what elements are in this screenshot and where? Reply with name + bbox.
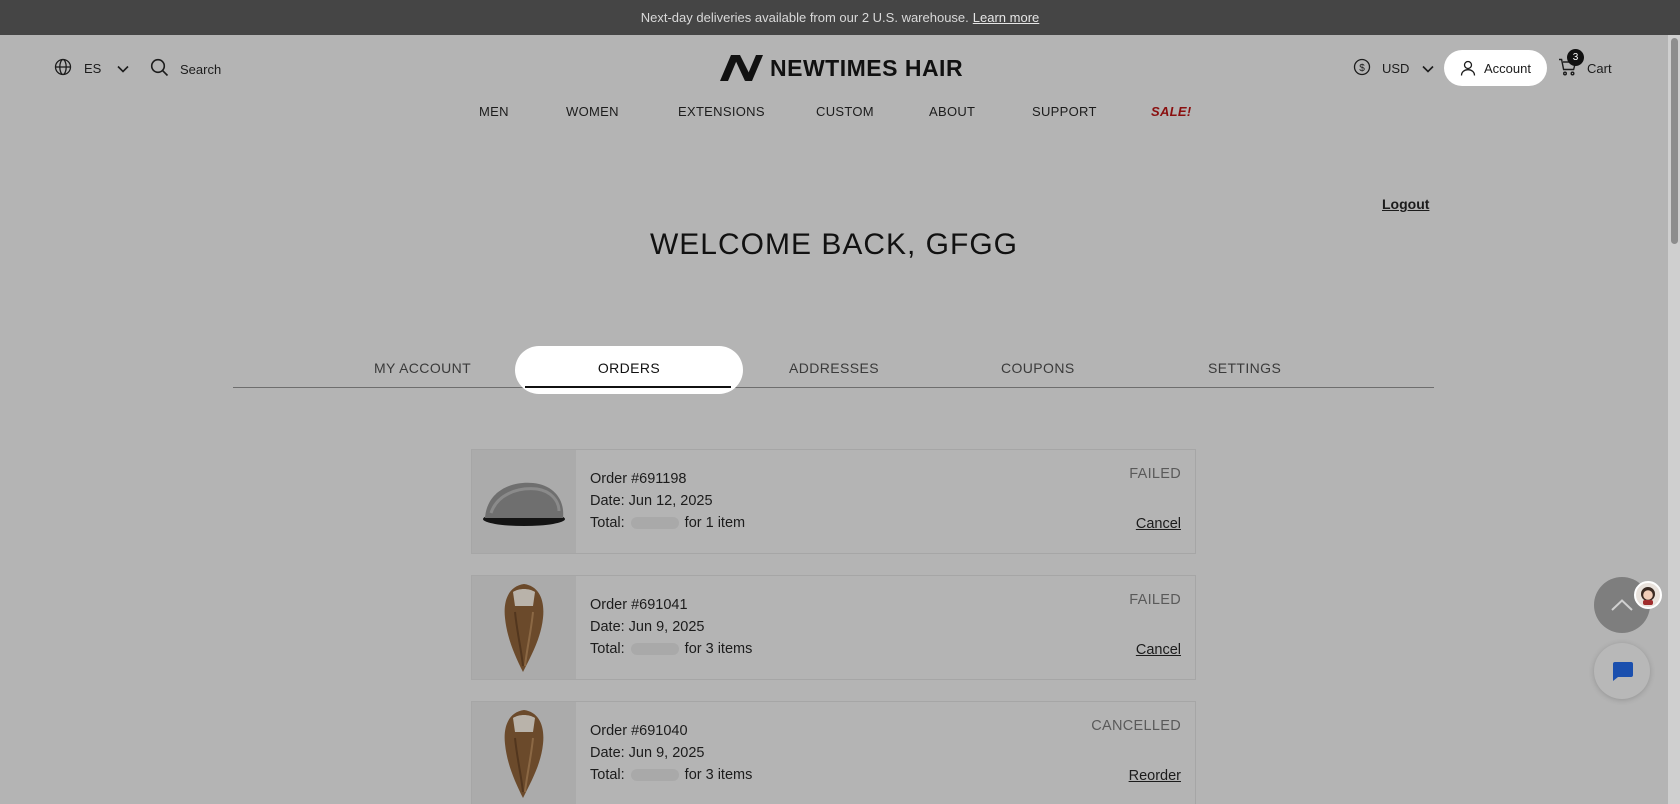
tab-my-account[interactable]: MY ACCOUNT	[374, 360, 471, 376]
order-item-count: for 3 items	[684, 641, 753, 657]
nav-support[interactable]: SUPPORT	[1032, 104, 1097, 119]
nav-sale[interactable]: SALE!	[1151, 104, 1192, 119]
order-item-count: for 3 items	[684, 767, 753, 783]
redacted-amount	[630, 769, 679, 782]
tab-settings[interactable]: SETTINGS	[1208, 360, 1281, 376]
order-status: FAILED	[1129, 466, 1181, 482]
welcome-heading: WELCOME BACK, GFGG	[649, 228, 1019, 261]
order-date: Date: Jun 9, 2025	[590, 745, 705, 761]
chevron-down-icon	[1422, 61, 1435, 76]
dollar-icon: $	[1353, 58, 1371, 79]
order-cancel-link[interactable]: Cancel	[1136, 516, 1181, 532]
chevron-down-icon	[117, 61, 129, 76]
cart-label: Cart	[1587, 61, 1612, 76]
order-card: Order #691041 Date: Jun 9, 2025 Total: fo…	[471, 575, 1196, 680]
order-total: Total: for 1 item	[590, 515, 745, 531]
announcement-bar: Next-day deliveries available from our 2…	[0, 0, 1680, 35]
chat-bubble-icon	[1613, 662, 1633, 681]
order-status: FAILED	[1129, 592, 1181, 608]
nav-extensions[interactable]: EXTENSIONS	[678, 104, 765, 119]
order-number: Order #691041	[590, 597, 688, 613]
order-number: Order #691198	[590, 471, 687, 487]
brand-logo[interactable]: NEWTIMES HAIR	[718, 52, 963, 84]
order-thumbnail[interactable]	[472, 702, 576, 804]
redacted-amount	[630, 517, 679, 530]
scrollbar-thumb[interactable]	[1671, 38, 1678, 244]
order-total-label: Total:	[590, 767, 625, 783]
language-code: ES	[84, 61, 102, 76]
nav-custom[interactable]: CUSTOM	[816, 104, 874, 119]
hair-topper-icon	[504, 709, 544, 798]
chat-button[interactable]	[1594, 643, 1650, 699]
order-date: Date: Jun 12, 2025	[590, 493, 713, 509]
search-icon	[150, 58, 169, 80]
hair-system-icon	[483, 482, 565, 526]
cart-button[interactable]: Cart	[1558, 58, 1612, 79]
order-total: Total: for 3 items	[590, 767, 752, 783]
redacted-amount	[630, 643, 679, 656]
currency-code: USD	[1382, 61, 1410, 76]
order-thumbnail[interactable]	[472, 450, 576, 553]
search-button[interactable]: Search	[150, 58, 221, 80]
nav-women[interactable]: WOMEN	[566, 104, 619, 119]
chevron-up-icon	[1611, 599, 1633, 611]
support-agent-avatar[interactable]	[1634, 581, 1662, 609]
order-card: Order #691198 Date: Jun 12, 2025 Total: f…	[471, 449, 1196, 554]
tab-addresses[interactable]: ADDRESSES	[789, 360, 879, 376]
agent-face-icon	[1641, 587, 1655, 605]
order-status: CANCELLED	[1091, 718, 1181, 734]
svg-text:$: $	[1359, 63, 1365, 74]
nav-about[interactable]: ABOUT	[929, 104, 975, 119]
learn-more-link[interactable]: Learn more	[973, 10, 1039, 25]
tabs-divider	[233, 387, 1434, 388]
tab-coupons[interactable]: COUPONS	[1001, 360, 1075, 376]
order-date: Date: Jun 9, 2025	[590, 619, 705, 635]
globe-icon	[54, 58, 72, 79]
currency-selector[interactable]: $ USD	[1353, 58, 1435, 79]
cart-count-badge: 3	[1567, 49, 1584, 66]
order-reorder-link[interactable]: Reorder	[1129, 768, 1181, 784]
account-button[interactable]: Account	[1444, 50, 1547, 86]
order-total-label: Total:	[590, 641, 625, 657]
order-card: Order #691040 Date: Jun 9, 2025 Total: fo…	[471, 701, 1196, 804]
tab-orders[interactable]: ORDERS	[515, 360, 743, 376]
order-number: Order #691040	[590, 723, 688, 739]
brand-name: NEWTIMES HAIR	[770, 54, 964, 81]
brand-mark-icon	[720, 55, 763, 81]
language-selector[interactable]: ES	[54, 58, 129, 79]
search-label: Search	[180, 61, 222, 77]
order-total-label: Total:	[590, 515, 625, 531]
announcement-text: Next-day deliveries available from our 2…	[640, 10, 969, 25]
hair-topper-icon	[504, 583, 544, 672]
order-total: Total: for 3 items	[590, 641, 752, 657]
order-item-count: for 1 item	[684, 515, 746, 531]
order-thumbnail[interactable]	[472, 576, 576, 679]
tab-orders-underline	[525, 386, 731, 388]
order-cancel-link[interactable]: Cancel	[1136, 642, 1181, 658]
logout-link[interactable]: Logout	[1382, 196, 1429, 212]
account-label: Account	[1484, 60, 1531, 76]
user-icon	[1460, 60, 1476, 76]
nav-men[interactable]: MEN	[479, 104, 509, 119]
